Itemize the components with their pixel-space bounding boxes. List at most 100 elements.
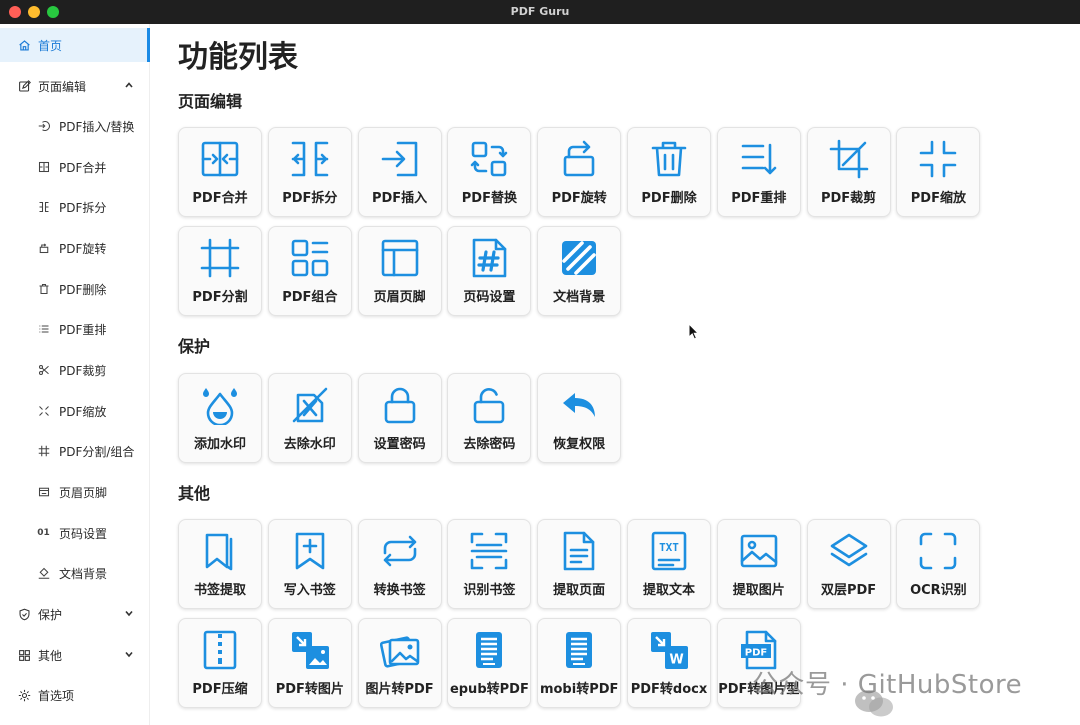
- merge-icon: [200, 139, 240, 179]
- tile-background[interactable]: 文档背景: [537, 226, 622, 316]
- sidebar-item-background[interactable]: 文档背景: [0, 556, 148, 590]
- sidebar-item-other[interactable]: 其他: [0, 638, 148, 672]
- tile-label: 写入书签: [283, 583, 336, 598]
- sidebar-item-label: PDF旋转: [59, 241, 107, 256]
- shield-icon: [18, 608, 31, 621]
- tile-label: PDF分割: [192, 290, 248, 305]
- epub-icon: [469, 630, 509, 670]
- split-icon: [37, 201, 50, 214]
- sidebar-item-pdf-merge[interactable]: PDF合并: [0, 150, 148, 184]
- sidebar-item-pdf-scale[interactable]: PDF缩放: [0, 394, 148, 428]
- svg-text:PDF: PDF: [745, 648, 767, 659]
- tile-word[interactable]: W PDF转docx: [627, 618, 711, 708]
- tile-document[interactable]: 提取页面: [537, 519, 622, 609]
- sidebar-item-pdf-crop[interactable]: PDF裁剪: [0, 353, 148, 387]
- tile-epub[interactable]: epub转PDF: [447, 618, 532, 708]
- tile-crop[interactable]: PDF裁剪: [806, 127, 891, 217]
- sidebar-item-label: 其他: [38, 648, 63, 663]
- tile-images[interactable]: 图片转PDF: [357, 618, 442, 708]
- sidebar-item-home[interactable]: 首页: [0, 28, 150, 62]
- tile-add-bookmark[interactable]: 写入书签: [267, 519, 352, 609]
- tile-layers[interactable]: 双层PDF: [806, 519, 891, 609]
- main-content: 功能列表 页面编辑 保护 其他 PDF合并 PDF拆分 PDF插入 PDF替换 PDF旋…: [150, 24, 1080, 725]
- tile-txt[interactable]: TXT 提取文本: [627, 519, 711, 609]
- replace-icon: [469, 139, 509, 179]
- tile-label: PDF替换: [461, 191, 517, 206]
- tile-page-number[interactable]: 页码设置: [447, 226, 532, 316]
- sidebar-item-pdf-split[interactable]: PDF拆分: [0, 190, 148, 224]
- tile-label: 去除水印: [283, 437, 336, 452]
- tile-trash[interactable]: PDF删除: [627, 127, 711, 217]
- tile-cut-frame[interactable]: PDF分割: [178, 226, 262, 316]
- sidebar-item-pdf-reorder[interactable]: PDF重排: [0, 312, 148, 346]
- tile-reorder[interactable]: PDF重排: [716, 127, 801, 217]
- zip-icon: [200, 630, 240, 670]
- tile-label: 提取图片: [732, 583, 785, 598]
- tile-label: OCR识别: [910, 583, 967, 598]
- pdf-to-image-icon: [290, 630, 330, 670]
- sidebar-item-preferences[interactable]: 首选项: [0, 678, 148, 712]
- unlock-icon: [469, 385, 509, 425]
- split-icon: [290, 139, 330, 179]
- tile-insert[interactable]: PDF插入: [357, 127, 442, 217]
- tile-rotate[interactable]: PDF旋转: [537, 127, 622, 217]
- header-footer-icon: [380, 238, 420, 278]
- sidebar-item-label: 页码设置: [59, 526, 108, 541]
- scan-icon: [469, 531, 509, 571]
- tile-label: PDF组合: [282, 290, 338, 305]
- chevron-down-icon[interactable]: [124, 608, 134, 618]
- sidebar-item-label: 页面编辑: [38, 79, 87, 94]
- document-icon: [559, 531, 599, 571]
- lock-icon: [380, 385, 420, 425]
- tile-image[interactable]: 提取图片: [716, 519, 801, 609]
- tile-undo-arrow[interactable]: 恢复权限: [537, 373, 622, 463]
- tile-merge[interactable]: PDF合并: [178, 127, 262, 217]
- list-icon: [37, 323, 50, 336]
- remove-watermark-icon: [290, 385, 330, 425]
- sidebar-item-label: PDF裁剪: [59, 363, 107, 378]
- tile-pdf-to-image[interactable]: PDF转图片: [267, 618, 352, 708]
- tile-header-footer[interactable]: 页眉页脚: [357, 226, 442, 316]
- tile-bookmarks[interactable]: 书签提取: [178, 519, 262, 609]
- sidebar-item-page-edit[interactable]: 页面编辑: [0, 69, 148, 103]
- sidebar-item-pdf-split-combine[interactable]: PDF分割/组合: [0, 434, 148, 468]
- tile-ocr-frame[interactable]: OCR识别: [896, 519, 981, 609]
- tile-scan[interactable]: 识别书签: [447, 519, 532, 609]
- layers-icon: [829, 531, 869, 571]
- tile-watermark-drop[interactable]: 添加水印: [178, 373, 262, 463]
- tile-replace[interactable]: PDF替换: [447, 127, 532, 217]
- tile-label: PDF拆分: [282, 191, 338, 206]
- background-icon: [559, 238, 599, 278]
- tile-shrink[interactable]: PDF缩放: [896, 127, 981, 217]
- sidebar-item-pdf-rotate[interactable]: PDF旋转: [0, 231, 148, 265]
- tile-split[interactable]: PDF拆分: [267, 127, 352, 217]
- section-title-page-edit: 页面编辑: [178, 92, 243, 111]
- image-icon: [739, 531, 779, 571]
- tile-label: 去除密码: [463, 437, 516, 452]
- rotate-icon: [37, 242, 50, 255]
- sidebar-item-header-footer[interactable]: 页眉页脚: [0, 475, 148, 509]
- sidebar-item-page-number[interactable]: 01 页码设置: [0, 516, 148, 550]
- tile-lock[interactable]: 设置密码: [357, 373, 442, 463]
- tile-zip[interactable]: PDF压缩: [178, 618, 262, 708]
- tile-mobi[interactable]: mobi转PDF: [537, 618, 622, 708]
- add-bookmark-icon: [290, 531, 330, 571]
- tile-label: 设置密码: [373, 437, 426, 452]
- sidebar-item-pdf-delete[interactable]: PDF删除: [0, 272, 148, 306]
- tile-label: PDF缩放: [910, 191, 966, 206]
- tile-layout[interactable]: PDF组合: [267, 226, 352, 316]
- tile-label: 恢复权限: [553, 437, 606, 452]
- watermark-drop-icon: [200, 385, 240, 427]
- sidebar-item-protect[interactable]: 保护: [0, 597, 148, 631]
- sidebar-item-pdf-insert-replace[interactable]: PDF插入/替换: [0, 109, 148, 143]
- sidebar-item-label: PDF删除: [59, 282, 107, 297]
- tile-remove-watermark[interactable]: 去除水印: [267, 373, 352, 463]
- tile-convert[interactable]: 转换书签: [357, 519, 442, 609]
- tile-unlock[interactable]: 去除密码: [447, 373, 532, 463]
- trash-icon: [37, 283, 50, 296]
- tile-label: 提取文本: [642, 583, 695, 598]
- chevron-up-icon[interactable]: [124, 80, 134, 90]
- chevron-down-icon[interactable]: [124, 649, 134, 659]
- sidebar-item-label: PDF拆分: [59, 200, 107, 215]
- tile-label: 图片转PDF: [365, 682, 434, 697]
